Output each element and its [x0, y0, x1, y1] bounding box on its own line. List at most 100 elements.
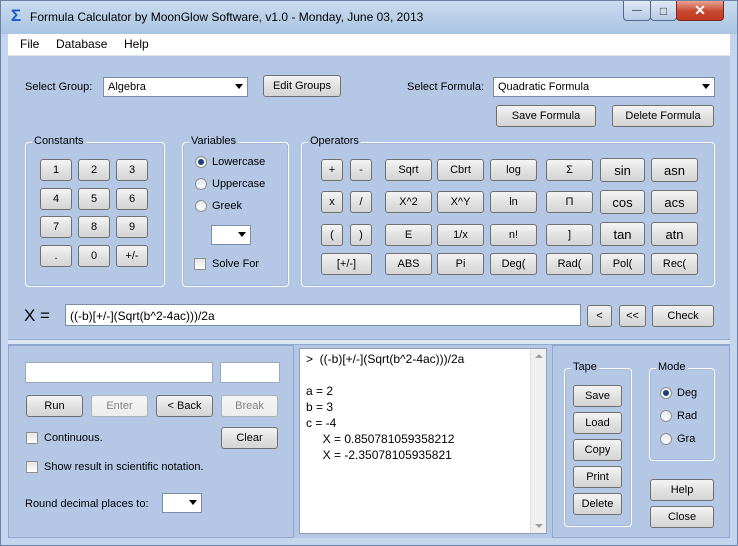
tape-scrollbar[interactable]	[530, 349, 546, 533]
maximize-button[interactable]: □	[650, 1, 677, 21]
menu-file[interactable]: File	[20, 37, 39, 51]
tape-print-button[interactable]: Print	[573, 466, 622, 488]
op-multiply[interactable]: x	[321, 191, 343, 213]
save-formula-button[interactable]: Save Formula	[496, 105, 596, 127]
variable-select[interactable]	[211, 225, 251, 245]
op-ln[interactable]: ln	[490, 191, 537, 213]
key-3[interactable]: 3	[116, 159, 148, 181]
scientific-notation-checkbox[interactable]: Show result in scientific notation.	[26, 461, 204, 473]
tape-load-button[interactable]: Load	[573, 412, 622, 434]
clear-button[interactable]: Clear	[221, 427, 278, 449]
op-rec[interactable]: Rec(	[651, 253, 698, 275]
op-cos[interactable]: cos	[600, 190, 645, 214]
key-6[interactable]: 6	[116, 188, 148, 210]
expression-input[interactable]: ((-b)[+/-](Sqrt(b^2-4ac)))/2a	[65, 304, 581, 326]
radio-deg[interactable]: Deg	[660, 387, 697, 399]
op-exponent[interactable]: E	[385, 224, 432, 246]
op-abs[interactable]: ABS	[385, 253, 432, 275]
op-sum[interactable]: Σ	[546, 159, 593, 181]
round-decimal-label: Round decimal places to:	[25, 498, 149, 510]
radio-greek-label: Greek	[212, 200, 242, 212]
close-button[interactable]: Close	[650, 506, 714, 528]
key-decimal[interactable]: .	[40, 245, 72, 267]
menu-bar: File Database Help	[8, 34, 730, 56]
close-window-button[interactable]: ✕	[676, 1, 724, 21]
radio-rad[interactable]: Rad	[660, 410, 697, 422]
op-close-bracket[interactable]: ]	[546, 224, 593, 246]
checkbox-icon	[26, 461, 38, 473]
tape-save-button[interactable]: Save	[573, 385, 622, 407]
group-select[interactable]: Algebra	[103, 77, 248, 97]
backspace-button[interactable]: <	[587, 305, 612, 327]
break-button[interactable]: Break	[221, 395, 278, 417]
menu-database[interactable]: Database	[56, 37, 107, 51]
window-frame-right	[730, 34, 737, 545]
key-4[interactable]: 4	[40, 188, 72, 210]
enter-button[interactable]: Enter	[91, 395, 148, 417]
scroll-up-icon[interactable]	[535, 354, 543, 358]
key-7[interactable]: 7	[40, 216, 72, 238]
op-factorial[interactable]: n!	[490, 224, 537, 246]
op-deg[interactable]: Deg(	[490, 253, 537, 275]
app-sigma-icon: Σ	[10, 6, 22, 25]
solve-for-checkbox[interactable]: Solve For	[194, 258, 259, 270]
key-1[interactable]: 1	[40, 159, 72, 181]
op-asn[interactable]: asn	[651, 158, 698, 182]
op-sqrt[interactable]: Sqrt	[385, 159, 432, 181]
delete-formula-button[interactable]: Delete Formula	[612, 105, 714, 127]
op-tan[interactable]: tan	[600, 222, 645, 246]
back-button[interactable]: < Back	[156, 395, 213, 417]
radio-uppercase[interactable]: Uppercase	[195, 178, 265, 190]
radio-icon	[195, 178, 207, 190]
radio-gra[interactable]: Gra	[660, 433, 695, 445]
radio-uppercase-label: Uppercase	[212, 178, 266, 190]
run-small-input[interactable]	[220, 362, 280, 383]
help-button[interactable]: Help	[650, 479, 714, 501]
op-pol[interactable]: Pol(	[600, 253, 645, 275]
key-2[interactable]: 2	[78, 159, 110, 181]
op-open-paren[interactable]: (	[321, 224, 343, 246]
op-log[interactable]: log	[490, 159, 537, 181]
scroll-down-icon[interactable]	[535, 524, 543, 528]
op-plus-minus[interactable]: [+/-]	[321, 253, 372, 275]
check-button[interactable]: Check	[652, 305, 714, 327]
run-button[interactable]: Run	[26, 395, 83, 417]
round-decimal-select[interactable]	[162, 493, 202, 513]
op-close-paren[interactable]: )	[350, 224, 372, 246]
minimize-button[interactable]: —	[623, 1, 651, 21]
formula-select[interactable]: Quadratic Formula	[493, 77, 715, 97]
radio-lowercase[interactable]: Lowercase	[195, 156, 265, 168]
clear-back-button[interactable]: <<	[619, 305, 646, 327]
key-9[interactable]: 9	[116, 216, 148, 238]
variables-title: Variables	[189, 135, 239, 147]
radio-gra-label: Gra	[677, 433, 696, 445]
key-0[interactable]: 0	[78, 245, 110, 267]
menu-help[interactable]: Help	[124, 37, 149, 51]
op-acs[interactable]: acs	[651, 190, 698, 214]
tape-line: a = 2	[306, 384, 334, 398]
op-atn[interactable]: atn	[651, 222, 698, 246]
op-minus[interactable]: -	[350, 159, 372, 181]
tape-line: X = -2.35078105935821	[306, 448, 452, 462]
continuous-checkbox[interactable]: Continuous.	[26, 432, 103, 444]
op-plus[interactable]: +	[321, 159, 343, 181]
op-product[interactable]: Π	[546, 191, 593, 213]
key-negate[interactable]: +/-	[116, 245, 148, 267]
radio-selected-icon	[660, 387, 672, 399]
op-pi[interactable]: Pi	[437, 253, 484, 275]
op-cbrt[interactable]: Cbrt	[437, 159, 484, 181]
op-sin[interactable]: sin	[600, 158, 645, 182]
op-reciprocal[interactable]: 1/x	[437, 224, 484, 246]
op-power[interactable]: X^Y	[437, 191, 484, 213]
op-divide[interactable]: /	[350, 191, 372, 213]
radio-greek[interactable]: Greek	[195, 200, 242, 212]
tape-output[interactable]: > ((-b)[+/-](Sqrt(b^2-4ac)))/2a a = 2 b …	[299, 348, 547, 534]
op-rad[interactable]: Rad(	[546, 253, 593, 275]
key-8[interactable]: 8	[78, 216, 110, 238]
tape-delete-button[interactable]: Delete	[573, 493, 622, 515]
tape-copy-button[interactable]: Copy	[573, 439, 622, 461]
run-input[interactable]	[25, 362, 213, 383]
op-square[interactable]: X^2	[385, 191, 432, 213]
key-5[interactable]: 5	[78, 188, 110, 210]
edit-groups-button[interactable]: Edit Groups	[263, 75, 341, 97]
